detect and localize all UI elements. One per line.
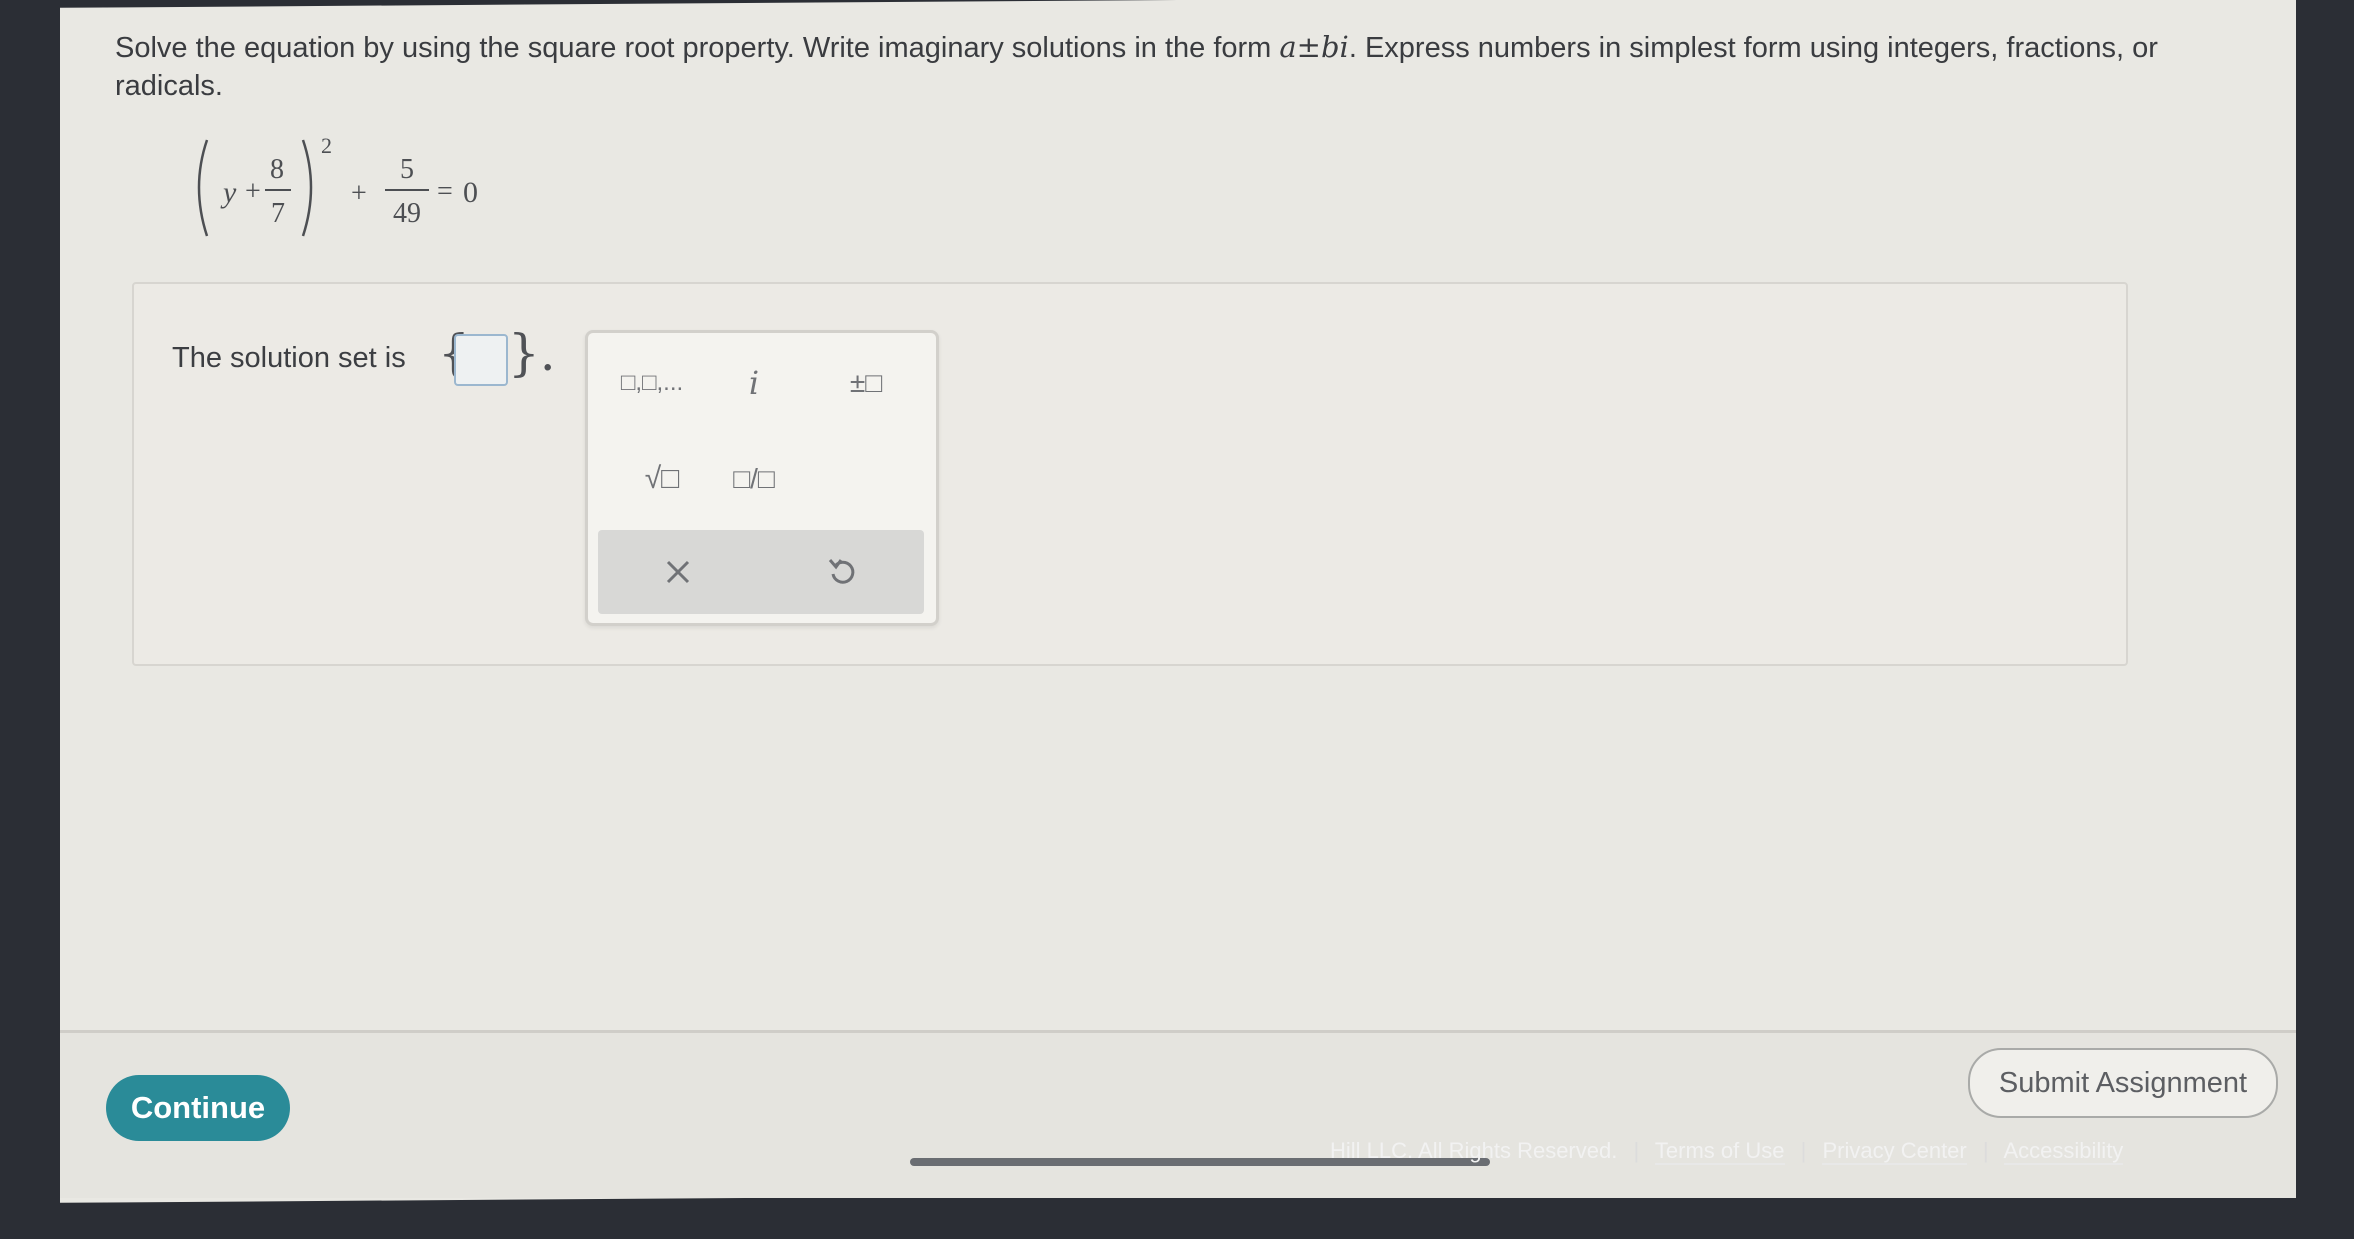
undo-icon[interactable] (812, 542, 872, 602)
equation-plus-1: + (245, 176, 261, 207)
answer-input[interactable] (454, 334, 508, 386)
equation: y + 8 7 2 + 5 49 = 0 (197, 133, 478, 237)
separator: | (1633, 1138, 1640, 1163)
square-root-button[interactable]: √□ (612, 449, 712, 509)
fraction-2-denominator: 49 (393, 198, 421, 229)
privacy-center-link[interactable]: Privacy Center (1822, 1138, 1967, 1165)
copyright-text: Hill LLC. All Rights Reserved. (1330, 1138, 1618, 1163)
terms-of-use-link[interactable]: Terms of Use (1654, 1138, 1785, 1165)
problem-instructions: Solve the equation by using the square r… (115, 28, 2165, 105)
fraction-button[interactable]: □/□ (714, 449, 794, 509)
instructions-text-1: Solve the equation by using the square r… (115, 32, 1280, 64)
copyright-bar: Hill LLC. All Rights Reserved. | Terms o… (1330, 1138, 2270, 1168)
answer-panel (132, 282, 2128, 666)
equation-plus-2: + (351, 178, 367, 209)
brace-close: }. (508, 324, 556, 382)
equation-rhs: 0 (463, 176, 478, 209)
palette-actions (598, 530, 924, 614)
right-paren (301, 139, 313, 237)
left-paren (197, 139, 209, 237)
list-button[interactable]: □,□,... (602, 355, 702, 411)
plus-minus-button[interactable]: ±□ (816, 353, 916, 413)
solution-set: { }. (438, 324, 556, 386)
solution-label: The solution set is (172, 342, 406, 374)
fraction-1-numerator: 8 (270, 154, 284, 185)
close-icon[interactable] (648, 542, 708, 602)
form-expression: a±bi (1279, 30, 1349, 64)
fraction-1-denominator: 7 (271, 198, 285, 229)
separator: | (1982, 1138, 1989, 1163)
footer-bar (60, 1030, 2296, 1198)
imaginary-unit-button[interactable]: i (714, 353, 794, 413)
separator: | (1800, 1138, 1807, 1163)
fraction-2-numerator: 5 (400, 154, 414, 185)
equation-exponent: 2 (321, 133, 332, 158)
submit-assignment-button[interactable]: Submit Assignment (1968, 1048, 2278, 1118)
equation-equals: = (437, 176, 453, 207)
continue-button[interactable]: Continue (106, 1075, 290, 1141)
accessibility-link[interactable]: Accessibility (2003, 1138, 2124, 1165)
math-palette: □,□,... i ±□ √□ □/□ (585, 330, 939, 626)
equation-variable: y (220, 176, 237, 209)
